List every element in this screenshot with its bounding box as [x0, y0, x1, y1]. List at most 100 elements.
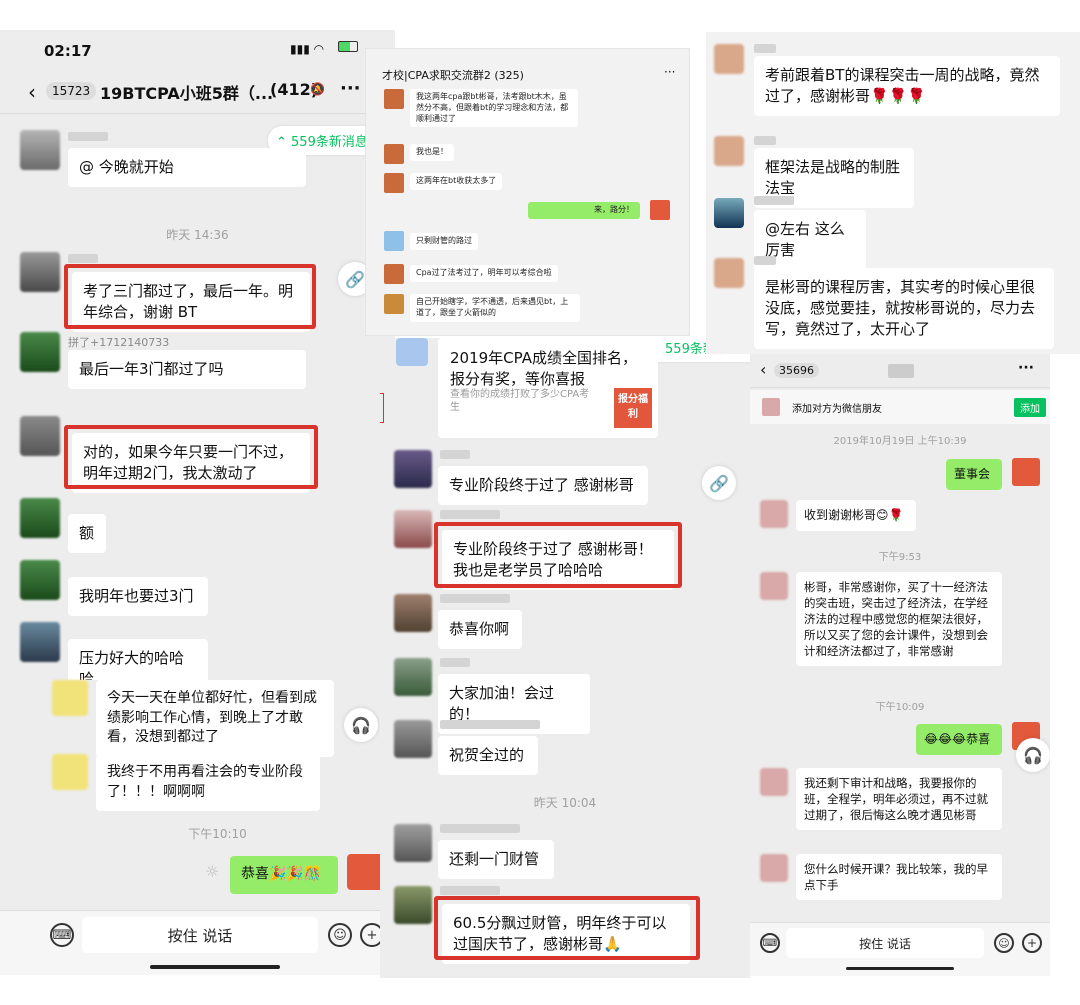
message-bubble: 祝贺全过的	[438, 736, 538, 775]
sender-name	[754, 44, 776, 53]
avatar[interactable]	[384, 264, 404, 284]
avatar[interactable]	[384, 144, 404, 164]
avatar[interactable]	[394, 510, 432, 548]
avatar[interactable]	[394, 720, 432, 758]
back-icon[interactable]: ‹	[760, 360, 766, 379]
plus-icon[interactable]: +	[1022, 933, 1042, 953]
avatar[interactable]	[384, 294, 404, 314]
message-bubble: 专业阶段终于过了 感谢彬哥	[438, 466, 648, 505]
sender-name	[440, 720, 540, 729]
avatar[interactable]	[384, 173, 404, 193]
avatar[interactable]	[384, 89, 404, 109]
back-count-badge[interactable]: 15723	[46, 82, 97, 100]
avatar[interactable]	[394, 886, 432, 924]
link-icon[interactable]: 🔗	[702, 466, 736, 500]
mini-program-icon[interactable]: 🎧	[344, 708, 378, 742]
avatar[interactable]	[394, 450, 432, 488]
add-button[interactable]: 添加	[1014, 398, 1046, 417]
avatar[interactable]	[20, 498, 60, 538]
message-bubble: 收到谢谢彬哥😊🌹	[796, 500, 916, 531]
sender-name	[754, 136, 776, 145]
promo-card[interactable]: 2019年CPA成绩全国排名，报分有奖，等你喜报 查看你的成绩打败了多少CPA考…	[438, 338, 658, 438]
message-bubble: 是彬哥的课程厉害，其实考的时候心里很没底，感觉要挂，就按彬哥说的，尽力去写，竟然…	[754, 268, 1054, 349]
sender-name	[754, 196, 794, 205]
message-bubble-sent: 恭喜🎉🎉🎊	[230, 856, 338, 894]
home-indicator	[846, 967, 954, 970]
small-message: 我这两年cpa跟bt彬哥，法考跟bt木木，虽然分不高，但跟着bt的学习理念和方法…	[410, 89, 578, 128]
avatar[interactable]	[762, 398, 780, 416]
home-indicator	[150, 965, 280, 969]
timestamp: 2019年10月19日 上午10:39	[833, 436, 967, 447]
add-friend-text: 添加对方为微信朋友	[792, 404, 882, 415]
highlight-box	[434, 896, 700, 960]
sender-name	[440, 450, 470, 459]
avatar[interactable]	[20, 332, 60, 372]
back-icon[interactable]: ‹	[28, 80, 36, 104]
avatar[interactable]	[20, 416, 60, 456]
chat-panel-left: 02:17 ▮▮▮ ◠ ‹ 15723 19BTCPA小班5群（... (412…	[0, 30, 395, 975]
message-bubble: 最后一年3门都过了吗	[68, 350, 306, 389]
avatar[interactable]	[760, 768, 788, 796]
small-message-sent: 来，路分！	[528, 202, 640, 219]
message-bubble: 今天一天在单位都好忙，但看到成绩影响工作心情，到晚上了才敢看，没想到都过了	[96, 680, 334, 757]
hold-to-talk-button[interactable]: 按住 说话	[82, 917, 318, 953]
avatar[interactable]	[394, 594, 432, 632]
avatar[interactable]	[394, 658, 432, 696]
card-title: 2019年CPA成绩全国排名，报分有奖，等你喜报	[450, 349, 637, 388]
chat-header: ‹ 15723 19BTCPA小班5群（... (412) 🔕 ···	[0, 70, 395, 114]
avatar[interactable]	[52, 754, 88, 790]
sender-name	[68, 132, 108, 141]
voice-keyboard-icon[interactable]: ⌨	[50, 923, 74, 947]
self-avatar[interactable]	[347, 854, 383, 890]
more-icon[interactable]: ···	[664, 65, 675, 79]
sender-name	[754, 256, 776, 265]
self-avatar[interactable]	[650, 200, 670, 220]
self-avatar[interactable]	[1012, 458, 1040, 486]
avatar[interactable]	[714, 258, 744, 288]
message-bubble: @ 今晚就开始	[68, 148, 306, 187]
penguin-avatar[interactable]	[714, 198, 744, 228]
avatar[interactable]	[394, 824, 432, 862]
avatar[interactable]	[714, 44, 744, 74]
mute-icon: 🔕	[310, 82, 325, 96]
emoji-icon[interactable]: ☺	[994, 933, 1014, 953]
avatar[interactable]	[20, 622, 60, 662]
avatar[interactable]	[760, 572, 788, 600]
timestamp: 下午10:09	[875, 702, 925, 713]
sender-name	[440, 594, 510, 603]
hold-to-talk-button[interactable]: 按住 说话	[786, 928, 984, 958]
more-icon[interactable]: ···	[1018, 360, 1034, 376]
back-count-badge[interactable]: 35696	[774, 363, 819, 378]
add-friend-bar: 添加对方为微信朋友 添加	[750, 390, 1050, 424]
chat-panel-middle: ⌃ 559条新消息 2019年CPA成绩全国排名，报分有奖，等你喜报 查看你的成…	[380, 338, 750, 978]
more-icon[interactable]: ···	[340, 78, 361, 99]
input-bar: ⌨ 按住 说话 ☺ +	[0, 910, 395, 975]
timestamp: 下午10:10	[188, 827, 247, 841]
sender-name	[440, 886, 500, 895]
voice-keyboard-icon[interactable]: ⌨	[760, 933, 780, 953]
message-bubble-sent: 😂😂😂恭喜	[916, 724, 1002, 755]
card-badge: 报分福利	[614, 388, 652, 428]
avatar[interactable]	[52, 680, 88, 716]
avatar[interactable]	[760, 500, 788, 528]
avatar[interactable]	[20, 130, 60, 170]
status-bar: 02:17 ▮▮▮ ◠	[0, 30, 395, 70]
avatar[interactable]	[714, 136, 744, 166]
chat-panel-top-right: 考前跟着BT的课程突击一周的战略，竟然过了，感谢彬哥🌹🌹🌹 框架法是战略的制胜法…	[706, 32, 1080, 354]
signal-icon: ▮▮▮ ◠	[290, 42, 325, 56]
emoji-icon[interactable]: ☺	[328, 923, 352, 947]
avatar[interactable]	[384, 231, 404, 251]
chat-panel-bottom-right: ‹ 35696 ··· 添加对方为微信朋友 添加 2019年10月19日 上午1…	[750, 354, 1050, 976]
message-bubble: 还剩一门财管	[438, 840, 554, 879]
avatar[interactable]	[760, 854, 788, 882]
avatar[interactable]	[20, 252, 60, 292]
highlight-box	[64, 425, 318, 489]
sender-name	[440, 658, 470, 667]
chat-header: ‹ 35696 ···	[750, 354, 1050, 388]
timestamp: 下午9:53	[878, 552, 922, 563]
message-bubble: 考前跟着BT的课程突击一周的战略，竟然过了，感谢彬哥🌹🌹🌹	[754, 56, 1060, 116]
mini-program-icon[interactable]: 🎧	[1016, 738, 1050, 772]
avatar[interactable]	[20, 560, 60, 600]
message-bubble: 您什么时候开课？我比较笨，我的早点下手	[796, 854, 1002, 901]
card-subtitle: 查看你的成绩打败了多少CPA考生	[450, 389, 590, 413]
